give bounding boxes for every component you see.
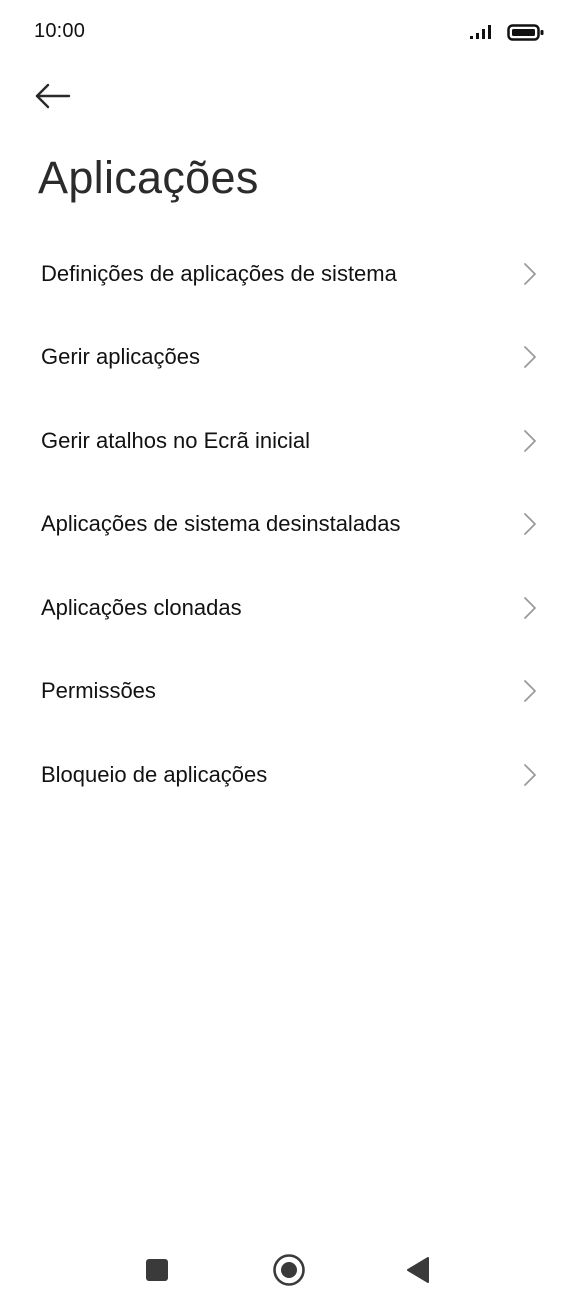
menu-item-cloned-apps[interactable]: Aplicações clonadas: [0, 566, 577, 650]
menu-item-permissions[interactable]: Permissões: [0, 650, 577, 734]
back-triangle-icon: [407, 1257, 429, 1283]
menu-item-home-shortcuts[interactable]: Gerir atalhos no Ecrã inicial: [0, 399, 577, 483]
menu-item-label: Permissões: [41, 678, 156, 704]
home-circle-icon: [273, 1254, 305, 1286]
chevron-right-icon: [524, 513, 536, 536]
menu-item-uninstalled-system-apps[interactable]: Aplicações de sistema desinstaladas: [0, 483, 577, 567]
recents-square-icon: [146, 1259, 168, 1281]
back-button[interactable]: [32, 76, 86, 116]
recents-button[interactable]: [133, 1248, 181, 1292]
chevron-right-icon: [524, 262, 536, 285]
nav-back-button[interactable]: [394, 1248, 442, 1292]
chevron-right-icon: [524, 429, 536, 452]
chevron-right-icon: [524, 680, 536, 703]
menu-item-label: Gerir atalhos no Ecrã inicial: [41, 427, 311, 453]
signal-icon: [470, 25, 491, 39]
battery-icon: [507, 24, 544, 41]
menu-item-label: Definições de aplicações de sistema: [41, 260, 397, 286]
arrow-left-icon: [35, 83, 71, 109]
menu-item-app-lock[interactable]: Bloqueio de aplicações: [0, 733, 577, 817]
menu-item-label: Aplicações clonadas: [41, 594, 242, 620]
chevron-right-icon: [524, 346, 536, 369]
menu-item-label: Gerir aplicações: [41, 344, 200, 370]
chevron-right-icon: [524, 763, 536, 786]
chevron-right-icon: [524, 596, 536, 619]
menu-item-label: Bloqueio de aplicações: [41, 761, 268, 787]
page-title: Aplicações: [38, 152, 259, 203]
navigation-bar: [0, 1234, 577, 1306]
menu-item-manage-apps[interactable]: Gerir aplicações: [0, 316, 577, 400]
menu-item-system-app-settings[interactable]: Definições de aplicações de sistema: [0, 232, 577, 316]
menu-item-label: Aplicações de sistema desinstaladas: [41, 511, 401, 537]
status-time: 10:00: [34, 20, 86, 42]
settings-menu-list: Definições de aplicações de sistema Geri…: [0, 232, 577, 817]
home-button[interactable]: [265, 1248, 313, 1292]
status-bar: 10:00: [0, 0, 577, 64]
